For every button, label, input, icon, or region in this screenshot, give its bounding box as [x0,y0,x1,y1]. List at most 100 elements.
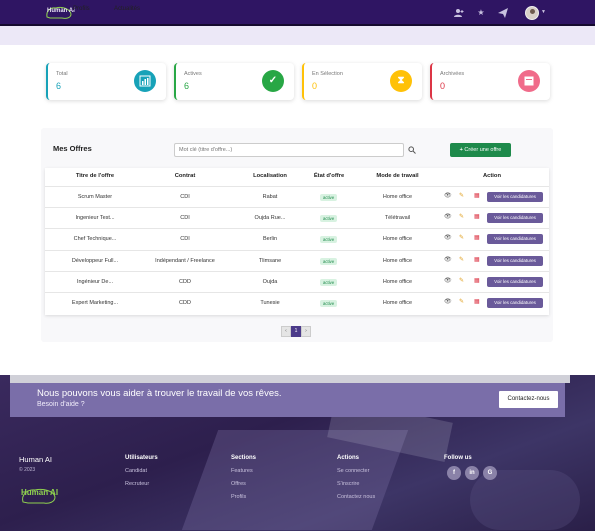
hourglass-icon: ⧗ [390,70,412,92]
stat-label: Total [56,71,68,77]
edit-icon[interactable]: ✎ [459,214,464,221]
eye-icon[interactable]: 👁 [444,235,452,242]
footer-link-offres[interactable]: Offres [231,481,246,487]
star-icon[interactable]: ★ [476,8,486,18]
facebook-icon[interactable]: f [447,466,461,480]
create-offer-button[interactable]: + Créer une offre [450,143,511,157]
calendar-icon[interactable]: ▦ [474,235,480,242]
table-cell-location: Tlimsane [258,257,282,264]
pagination-next[interactable]: › [301,326,311,337]
stat-label: En Sélection [312,71,343,77]
contact-button[interactable]: Contactez-nous [499,391,558,408]
footer-heading-follow-us: Follow us [444,455,472,461]
table-cell-mode: Home office [382,299,413,306]
stat-label: Archivées [440,71,465,77]
search-input[interactable] [174,143,404,157]
footer-link-sinscrire[interactable]: S'inscrire [337,481,359,487]
table-row [45,228,549,229]
view-candidatures-button[interactable]: Voir les candidatures [487,297,543,308]
table-row [45,186,549,187]
column-header: Localisation [253,173,287,179]
nav-link-profils[interactable]: Profils [73,6,90,12]
footer-link-profils[interactable]: Profils [231,494,246,500]
edit-icon[interactable]: ✎ [459,235,464,242]
check-icon: ✓ [262,70,284,92]
sub-navbar [0,26,595,45]
view-candidatures-button[interactable]: Voir les candidatures [487,212,543,223]
footer-heading-sections: Sections [231,455,257,461]
eye-icon[interactable]: 👁 [444,257,452,264]
status-badge: active [320,299,338,307]
table-cell-contract: CDI [180,214,190,221]
stat-value: 6 [184,81,190,91]
edit-icon[interactable]: ✎ [459,193,464,200]
calendar-icon[interactable]: ▦ [474,214,480,221]
footer-link-features[interactable]: Features [231,468,253,474]
table-cell-contract: CDI [180,193,190,200]
view-candidatures-button[interactable]: Voir les candidatures [487,191,543,202]
chevron-down-icon[interactable]: ▼ [541,9,546,15]
table-cell-title: Développeur Full... [71,257,119,264]
footer-link-contactez-nous[interactable]: Contactez nous [337,494,375,500]
pagination-page-1[interactable]: 1 [291,326,301,337]
stat-card-actives: Actives 6 ✓ [174,63,294,100]
calendar-icon[interactable]: ▦ [474,278,480,285]
nav-link-actualites[interactable]: Actualités [114,6,140,12]
edit-icon[interactable]: ✎ [459,257,464,264]
calendar-icon[interactable]: ▦ [474,193,480,200]
table-cell-mode: Home office [382,278,413,285]
table-row [45,207,549,208]
status-badge: active [320,278,338,286]
table-cell-mode: Home office [382,257,413,264]
calendar-icon[interactable]: ▦ [474,299,480,306]
status-badge: active [320,214,338,222]
column-header: Titre de l'offre [75,173,115,179]
footer-link-se-connecter[interactable]: Se connecter [337,468,369,474]
pagination-prev[interactable]: ‹ [281,326,291,337]
table-cell-location: Oujda Rue... [254,214,286,221]
paper-plane-icon[interactable] [498,8,508,18]
table-cell-contract: Indépendant / Freelance [155,257,215,264]
stat-card-archivees: Archivées 0 [430,63,550,100]
table-cell-mode: Home office [382,235,413,242]
view-candidatures-button[interactable]: Voir les candidatures [487,276,543,287]
calendar-icon[interactable]: ▦ [474,257,480,264]
column-header: Contrat [174,173,196,179]
logo-text[interactable]: Human AI [47,8,75,14]
stat-value: 6 [56,81,62,91]
user-plus-icon[interactable] [454,8,464,18]
stat-card-total: Total 6 [46,63,166,100]
table-cell-title: Expert Marketing... [71,299,119,306]
search-icon[interactable] [408,146,416,156]
view-candidatures-button[interactable]: Voir les candidatures [487,233,543,244]
table-cell-contract: CDI [180,235,190,242]
footer-divider [10,375,570,383]
edit-icon[interactable]: ✎ [459,299,464,306]
table-cell-location: Oujda [262,278,278,285]
status-badge: active [320,193,338,201]
eye-icon[interactable]: 👁 [444,299,452,306]
table-cell-contract: CDD [179,299,191,306]
table-cell-title: Ingenieur Test... [75,214,115,221]
footer-link-recruteur[interactable]: Recruteur [125,481,149,487]
status-badge: active [320,235,338,243]
user-avatar[interactable] [525,6,539,20]
eye-icon[interactable]: 👁 [444,214,452,221]
banner-subtitle: Besoin d'aide ? [37,401,85,408]
table-cell-mode: Télétravail [384,214,411,221]
table-cell-contract: CDD [179,278,191,285]
status-badge: active [320,257,338,265]
google-icon[interactable]: G [483,466,497,480]
create-offer-label: Créer une offre [464,147,502,153]
footer-heading-utilisateurs: Utilisateurs [125,455,158,461]
footer-link-candidat[interactable]: Candidat [125,468,147,474]
offers-title: Mes Offres [53,144,92,153]
stat-card-en-selection: En Sélection 0 ⧗ [302,63,422,100]
view-candidatures-button[interactable]: Voir les candidatures [487,255,543,266]
table-cell-title: Chef Technique... [73,235,117,242]
column-header: Action [482,173,502,179]
edit-icon[interactable]: ✎ [459,278,464,285]
eye-icon[interactable]: 👁 [444,278,452,285]
linkedin-icon[interactable]: in [465,466,479,480]
eye-icon[interactable]: 👁 [444,193,452,200]
